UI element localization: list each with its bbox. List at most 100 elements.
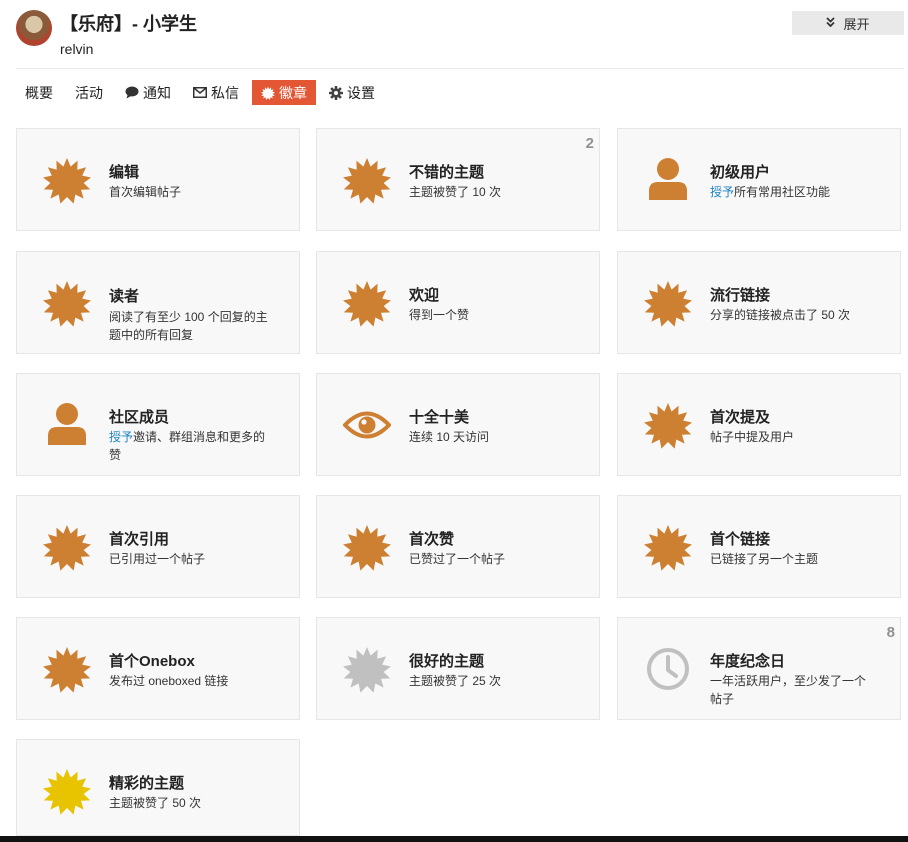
badge-description-text: 帖子中提及用户 (710, 430, 795, 444)
tab-label: 通知 (143, 84, 171, 101)
tab-label: 私信 (211, 84, 239, 101)
badge-name[interactable]: 首次赞 (409, 528, 454, 549)
badge-name[interactable]: 欢迎 (409, 284, 439, 305)
comment-icon (125, 86, 139, 99)
badge-description-text: 已引用过一个帖子 (109, 552, 206, 566)
badge-description: 主题被赞了 25 次 (409, 672, 569, 690)
divider (16, 68, 904, 69)
user-icon (644, 156, 692, 204)
tab-activity[interactable]: 活动 (66, 80, 112, 105)
page-title: 【乐府】- 小学生 (60, 14, 197, 34)
badge-description: 得到一个赞 (409, 306, 569, 324)
tab-messages[interactable]: 私信 (184, 80, 248, 105)
badge-name[interactable]: 十全十美 (409, 406, 469, 427)
badge-card[interactable]: 不错的主题主题被赞了 10 次 2 (316, 128, 600, 231)
badge-name[interactable]: 年度纪念日 (710, 650, 785, 671)
badge-description-text: 主题被赞了 25 次 (409, 674, 502, 688)
badge-description: 已引用过一个帖子 (109, 550, 269, 568)
badge-card[interactable]: 社区成员 授予邀请、群组消息和更多的赞 (16, 373, 300, 476)
badge-name[interactable]: 精彩的主题 (109, 772, 184, 793)
certificate-icon (343, 156, 391, 204)
grant-link[interactable]: 授予 (109, 430, 133, 444)
badge-card[interactable]: 精彩的主题主题被赞了 50 次 (16, 739, 300, 836)
tab-summary[interactable]: 概要 (16, 80, 62, 105)
badge-description-text: 分享的链接被点击了 50 次 (710, 308, 851, 322)
badge-description-text: 所有常用社区功能 (734, 185, 831, 199)
badge-card[interactable]: 编辑 首次编辑帖子 (16, 128, 300, 231)
badge-name[interactable]: 不错的主题 (409, 161, 484, 182)
badge-description-text: 主题被赞了 50 次 (109, 796, 202, 810)
badge-description-text: 发布过 oneboxed 链接 (109, 674, 229, 688)
badge-card[interactable]: 十全十美连续 10 天访问 (316, 373, 600, 476)
badge-card[interactable]: 首次提及帖子中提及用户 (617, 373, 901, 476)
tab-label: 活动 (75, 84, 103, 101)
expand-label: 展开 (843, 16, 870, 32)
badge-description: 发布过 oneboxed 链接 (109, 672, 269, 690)
tab-settings[interactable]: 设置 (320, 80, 384, 105)
badge-card[interactable]: 首个Onebox 发布过 oneboxed 链接 (16, 617, 300, 720)
user-nav: 概要 活动 通知 私信 徽章 设置 (16, 80, 388, 105)
grant-link[interactable]: 授予 (710, 185, 734, 199)
badge-name[interactable]: 很好的主题 (409, 650, 484, 671)
gear-icon (329, 85, 343, 100)
certificate-icon (343, 279, 391, 327)
certificate-icon (43, 645, 91, 693)
badge-card[interactable]: 首次赞已赞过了一个帖子 (316, 495, 600, 598)
badge-card[interactable]: 流行链接分享的链接被点击了 50 次 (617, 251, 901, 354)
certificate-icon (644, 279, 692, 327)
envelope-icon (193, 87, 207, 98)
badge-description: 首次编辑帖子 (109, 183, 269, 201)
badge-description: 阅读了有至少 100 个回复的主题中的所有回复 (109, 308, 269, 344)
badge-description-text: 一年活跃用户，至少发了一个帖子 (710, 674, 867, 706)
badge-description: 授予所有常用社区功能 (710, 183, 870, 201)
certificate-icon (43, 279, 91, 327)
badge-description-text: 已链接了另一个主题 (710, 552, 819, 566)
badge-name[interactable]: 初级用户 (710, 161, 770, 182)
badge-description: 一年活跃用户，至少发了一个帖子 (710, 672, 870, 708)
badge-card[interactable]: 首个链接已链接了另一个主题 (617, 495, 901, 598)
badge-card[interactable]: 读者阅读了有至少 100 个回复的主题中的所有回复 (16, 251, 300, 354)
badge-card[interactable]: 初级用户 授予所有常用社区功能 (617, 128, 901, 231)
tab-notifications[interactable]: 通知 (116, 80, 180, 105)
clock-icon (644, 645, 692, 693)
badge-description: 主题被赞了 50 次 (109, 794, 269, 812)
badge-description: 帖子中提及用户 (710, 428, 870, 446)
badge-name[interactable]: 编辑 (109, 161, 139, 182)
badge-name[interactable]: 首个Onebox (109, 650, 195, 671)
badge-name[interactable]: 流行链接 (710, 284, 770, 305)
user-icon (43, 401, 91, 449)
badge-name[interactable]: 首次引用 (109, 528, 169, 549)
eye-icon (342, 401, 392, 449)
tab-badges[interactable]: 徽章 (252, 80, 316, 105)
badge-description-text: 阅读了有至少 100 个回复的主题中的所有回复 (109, 310, 268, 342)
badge-name[interactable]: 首次提及 (710, 406, 770, 427)
badge-name[interactable]: 社区成员 (109, 406, 169, 427)
certificate-icon (43, 523, 91, 571)
badge-name[interactable]: 读者 (109, 285, 139, 306)
tab-label: 徽章 (279, 84, 307, 101)
certificate-icon (644, 523, 692, 571)
badge-description: 已赞过了一个帖子 (409, 550, 569, 568)
badge-description: 连续 10 天访问 (409, 428, 569, 446)
badge-description: 主题被赞了 10 次 (409, 183, 569, 201)
avatar[interactable] (16, 10, 52, 46)
certificate-icon (343, 645, 391, 693)
badge-card[interactable]: 首次引用已引用过一个帖子 (16, 495, 300, 598)
badge-card[interactable]: 欢迎 得到一个赞 (316, 251, 600, 354)
badge-card[interactable]: 年度纪念日一年活跃用户，至少发了一个帖子 8 (617, 617, 901, 720)
badge-name[interactable]: 首个链接 (710, 528, 770, 549)
badge-count: 8 (886, 624, 895, 641)
badge-description-text: 已赞过了一个帖子 (409, 552, 506, 566)
tab-label: 设置 (347, 84, 375, 101)
badge-description-text: 连续 10 天访问 (409, 430, 490, 444)
badge-description-text: 邀请、群组消息和更多的赞 (109, 430, 266, 462)
badge-description-text: 主题被赞了 10 次 (409, 185, 502, 199)
badge-card[interactable]: 很好的主题主题被赞了 25 次 (316, 617, 600, 720)
bottom-bar (0, 836, 908, 842)
badge-description: 授予邀请、群组消息和更多的赞 (109, 428, 269, 464)
expand-button[interactable]: 展开 (792, 11, 904, 35)
double-chevron-down-icon (826, 16, 836, 30)
username[interactable]: relvin (60, 41, 93, 57)
badge-count: 2 (585, 135, 594, 152)
badge-description: 分享的链接被点击了 50 次 (710, 306, 870, 324)
